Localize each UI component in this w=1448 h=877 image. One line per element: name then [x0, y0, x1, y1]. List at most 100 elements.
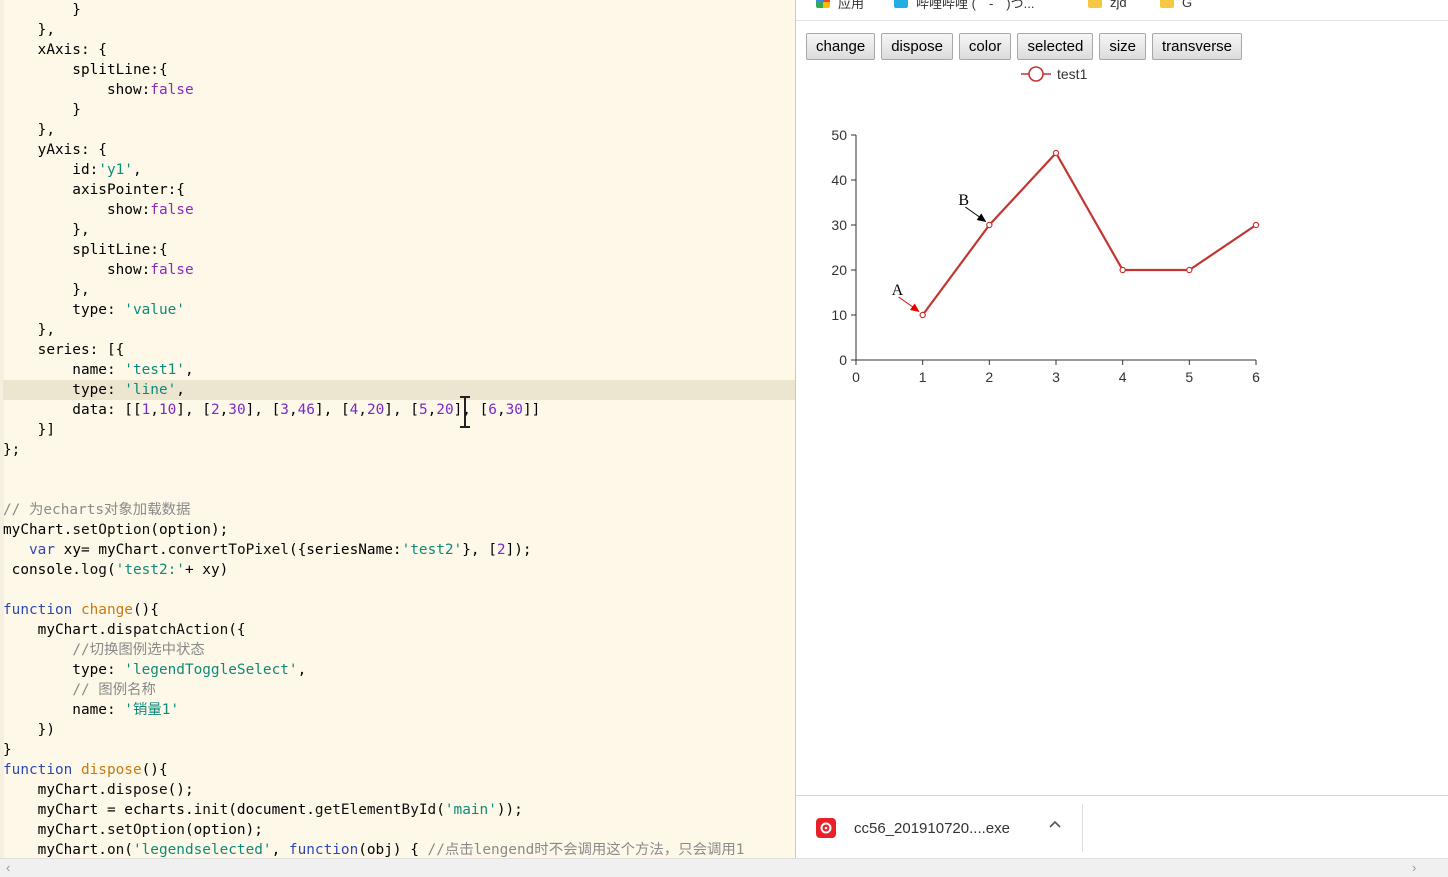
selected-button[interactable]: selected: [1017, 33, 1094, 60]
bookmark-bilibili[interactable]: 哔哩哔哩 (゜-゜)つ...: [894, 0, 1035, 11]
code-line: name: '销量1': [3, 702, 180, 718]
download-bar: cc56_201910720....exe: [796, 795, 1448, 859]
code-line: show:false: [3, 262, 194, 278]
dispose-button[interactable]: dispose: [881, 33, 953, 60]
line-chart[interactable]: test1 0 10 20 30 40 50 0 1 2 3 4 5 6 A B: [796, 60, 1448, 400]
code-line: }: [3, 742, 12, 758]
x-tick-label: 4: [1119, 369, 1127, 385]
scroll-right-icon[interactable]: ›: [1412, 860, 1416, 875]
code-line: data: [[1,10], [2,30], [3,46], [4,20], […: [3, 402, 541, 418]
code-line: },: [3, 282, 90, 298]
annotation-label: A: [892, 282, 904, 299]
code-line: // 图例名称: [72, 682, 156, 698]
annotation-label: B: [958, 192, 969, 209]
code-line: id:'y1',: [3, 162, 142, 178]
bookmark-g[interactable]: G: [1160, 0, 1192, 10]
chart-toolbar: change dispose color selected size trans…: [806, 33, 1248, 61]
code-line: }): [3, 722, 55, 738]
code-line: // 为echarts对象加载数据: [3, 502, 191, 518]
code-line: };: [3, 442, 21, 458]
code-line: show:false: [3, 82, 194, 98]
series-line-test1: [921, 151, 1257, 316]
legend-symbol: [1028, 66, 1044, 82]
code-line: //切换图例选中状态: [72, 642, 205, 658]
code-line: axisPointer:{: [3, 182, 185, 198]
code-line: xAxis: {: [3, 42, 107, 58]
code-line: type: 'value': [3, 302, 185, 318]
x-tick-label: 6: [1252, 369, 1260, 385]
y-tick-label: 30: [831, 217, 847, 233]
data-point: [1052, 149, 1060, 157]
bookmark-label: G: [1182, 0, 1193, 10]
apps-icon: [816, 0, 830, 8]
y-tick-label: 40: [831, 172, 847, 188]
download-separator: [1082, 804, 1083, 852]
code-line: var xy= myChart.convertToPixel({seriesNa…: [29, 542, 532, 558]
x-tick-label: 5: [1185, 369, 1193, 385]
legend-label: test1: [1057, 66, 1088, 82]
code-line: function dispose(){: [3, 762, 168, 778]
download-filename: cc56_201910720....exe: [854, 819, 1010, 837]
code-line: },: [3, 122, 55, 138]
code-line: function change(){: [3, 602, 159, 618]
bookmark-label: 应用: [838, 0, 865, 11]
code-line: myChart.dispatchAction({: [3, 622, 246, 638]
transverse-button[interactable]: transverse: [1152, 33, 1243, 60]
x-tick-label: 3: [1052, 369, 1060, 385]
bookmarks-bar: 应用 哔哩哔哩 (゜-゜)つ... zjd G: [796, 0, 1448, 21]
change-button[interactable]: change: [806, 33, 876, 60]
code-line: splitLine:{: [3, 62, 168, 78]
horizontal-scrollbar[interactable]: ‹ ›: [0, 858, 1448, 877]
x-tick-label: 1: [919, 369, 927, 385]
code-line: type: 'legendToggleSelect',: [3, 662, 307, 678]
bookmark-label: 哔哩哔哩 (゜-゜)つ...: [916, 0, 1035, 11]
code-line: }: [3, 2, 81, 18]
size-button[interactable]: size: [1099, 33, 1146, 60]
code-line: myChart.setOption(option);: [3, 522, 229, 538]
folder-icon: [1160, 0, 1174, 8]
code-line: }: [3, 102, 81, 118]
code-line: console.log('test2:'+ xy): [3, 562, 229, 578]
code-line: type: 'line',: [3, 380, 795, 400]
code-line: series: [{: [3, 342, 125, 358]
browser-pane: 应用 哔哩哔哩 (゜-゜)つ... zjd G change dispose c…: [796, 0, 1448, 859]
code-editor[interactable]: } }, xAxis: { splitLine:{ show:false } }…: [0, 0, 795, 858]
bookmark-apps[interactable]: 应用: [816, 0, 865, 11]
code-line: show:false: [3, 202, 194, 218]
text-cursor-icon: [460, 396, 470, 428]
code-line: name: 'test1',: [3, 362, 194, 378]
bookmark-zjd[interactable]: zjd: [1088, 0, 1127, 10]
code-line: myChart.dispose();: [3, 782, 194, 798]
code-line: myChart.on('legendselected', function(ob…: [3, 842, 745, 858]
bookmark-label: zjd: [1110, 0, 1127, 10]
data-point: [1186, 266, 1193, 274]
code-line: splitLine:{: [3, 242, 168, 258]
y-tick-label: 20: [831, 262, 847, 278]
code-line: },: [3, 322, 55, 338]
data-point: [1119, 266, 1126, 274]
bilibili-icon: [894, 0, 908, 8]
scroll-left-icon[interactable]: ‹: [6, 860, 10, 875]
code-line: }]: [3, 422, 55, 438]
netease-music-icon: [816, 818, 836, 838]
x-tick-label: 2: [985, 369, 993, 385]
annotation-arrowhead: [976, 213, 987, 222]
x-tick-label: 0: [852, 369, 860, 385]
download-item[interactable]: cc56_201910720....exe: [816, 814, 1076, 842]
data-point: [986, 221, 993, 229]
annotation-arrowhead: [910, 303, 920, 312]
folder-icon: [1088, 0, 1102, 8]
code-line: },: [3, 222, 90, 238]
legend[interactable]: test1: [1021, 66, 1088, 82]
data-point: [919, 311, 926, 319]
y-tick-label: 50: [831, 127, 847, 143]
y-tick-label: 0: [839, 352, 847, 368]
code-line: },: [3, 22, 55, 38]
y-tick-label: 10: [831, 307, 847, 323]
code-line: yAxis: {: [3, 142, 107, 158]
color-button[interactable]: color: [958, 33, 1012, 60]
chevron-up-icon[interactable]: [1048, 818, 1062, 830]
